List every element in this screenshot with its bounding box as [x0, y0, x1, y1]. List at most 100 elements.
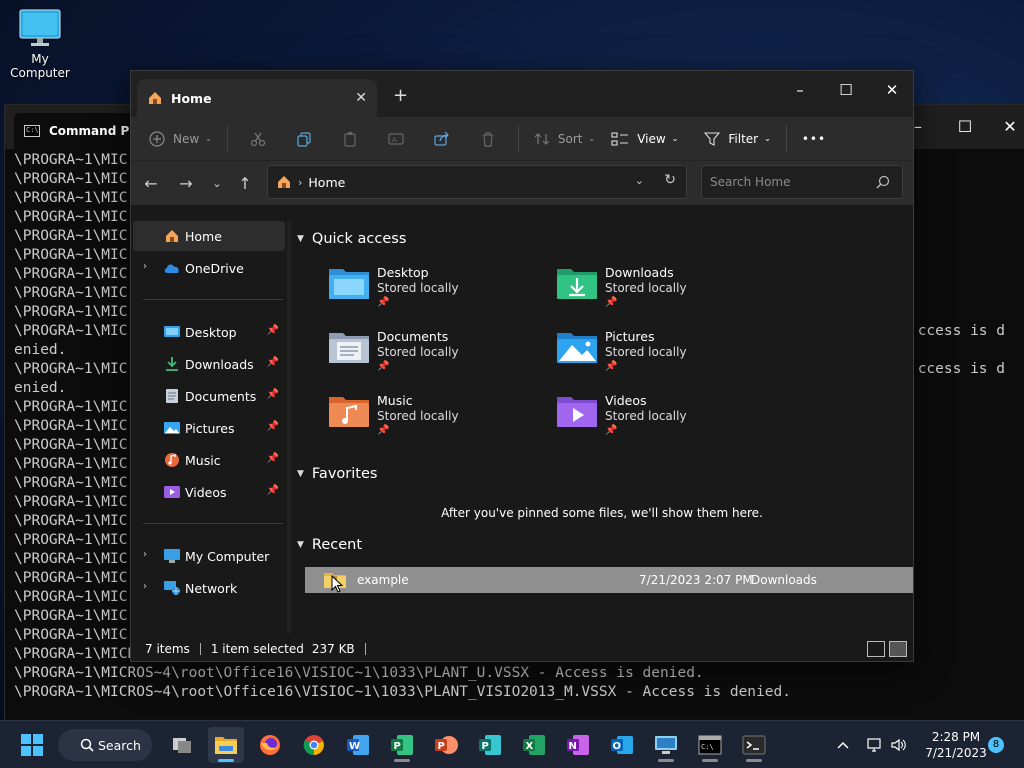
svg-text:W: W: [349, 741, 360, 752]
sidebar-item-videos[interactable]: Videos 📌: [133, 477, 285, 507]
sidebar-item-network[interactable]: › Network: [133, 573, 285, 603]
section-favorites[interactable]: ▼ Favorites: [297, 466, 377, 482]
quick-access-item-pictures[interactable]: Pictures Stored locally 📌: [555, 327, 755, 383]
download-icon: [166, 357, 178, 371]
maximize-icon[interactable]: ☐: [950, 115, 980, 139]
taskbar-search[interactable]: Search: [58, 729, 152, 761]
sidebar-item-documents[interactable]: Documents 📌: [133, 381, 285, 411]
breadcrumb-home[interactable]: Home: [308, 175, 345, 190]
mouse-cursor-icon: [331, 575, 343, 593]
sidebar-item-downloads[interactable]: Downloads 📌: [133, 349, 285, 379]
pin-icon[interactable]: 📌: [267, 485, 279, 496]
sort-button[interactable]: Sort ⌄: [526, 123, 603, 155]
tiles-view-icon[interactable]: [889, 641, 907, 657]
volume-icon[interactable]: [890, 721, 908, 768]
quick-access-item-videos[interactable]: Videos Stored locally 📌: [555, 391, 755, 447]
cmd-output-line: \PROGRA~1\MICROS~4\root\Office16\VISIOC~…: [14, 684, 791, 700]
back-icon[interactable]: ←: [139, 171, 163, 195]
chevron-down-icon: ⌄: [671, 134, 679, 143]
quick-access-item-documents[interactable]: Documents Stored locally 📌: [327, 327, 527, 383]
chevron-down-icon[interactable]: ▼: [297, 469, 304, 479]
show-hidden-icons[interactable]: [836, 721, 850, 768]
table-row[interactable]: example 7/21/2023 2:07 PM Downloads: [305, 567, 913, 593]
new-label: New: [173, 131, 200, 146]
remote-desktop-icon[interactable]: [648, 727, 684, 763]
firefox-icon[interactable]: [252, 727, 288, 763]
section-recent[interactable]: ▼ Recent: [297, 537, 362, 553]
tab-close-icon[interactable]: ✕: [355, 90, 367, 106]
word-icon[interactable]: W: [340, 727, 376, 763]
running-indicator: [702, 759, 718, 762]
address-bar[interactable]: › Home ⌄ ↻: [267, 165, 687, 199]
quick-access-item-desktop[interactable]: Desktop Stored locally 📌: [327, 263, 527, 319]
quick-access-item-music[interactable]: Music Stored locally 📌: [327, 391, 527, 447]
view-button[interactable]: View ⌄: [603, 123, 686, 155]
search-icon[interactable]: [876, 175, 890, 189]
refresh-icon[interactable]: ↻: [664, 172, 676, 188]
breadcrumb-separator-icon: ›: [298, 175, 303, 189]
quick-access-item-downloads[interactable]: Downloads Stored locally 📌: [555, 263, 755, 319]
close-icon[interactable]: ✕: [995, 115, 1024, 139]
up-icon[interactable]: ↑: [233, 171, 257, 195]
sidebar-item-my-computer[interactable]: › My Computer: [133, 541, 285, 571]
file-explorer-window[interactable]: Home ✕ + – ☐ ✕ New ⌄ A Sort ⌄ View ⌄ Fil…: [130, 70, 914, 662]
new-button[interactable]: New ⌄: [141, 123, 220, 155]
pin-icon[interactable]: 📌: [267, 389, 279, 400]
new-tab-icon[interactable]: +: [393, 85, 408, 106]
chrome-icon[interactable]: [296, 727, 332, 763]
chevron-down-icon[interactable]: ▼: [297, 234, 304, 244]
sidebar-item-pictures[interactable]: Pictures 📌: [133, 413, 285, 443]
command-prompt-taskbar-icon[interactable]: C:\: [692, 727, 728, 763]
chevron-right-icon[interactable]: ›: [143, 581, 147, 592]
toolbar-divider: [226, 124, 228, 153]
project-icon[interactable]: P: [384, 727, 420, 763]
sidebar-item-desktop[interactable]: Desktop 📌: [133, 317, 285, 347]
chevron-right-icon[interactable]: ›: [143, 261, 147, 272]
chevron-down-icon[interactable]: ▼: [297, 540, 304, 550]
file-explorer-taskbar-icon[interactable]: [208, 727, 244, 763]
publisher-icon[interactable]: P: [472, 727, 508, 763]
terminal-icon[interactable]: [736, 727, 772, 763]
sidebar-item-music[interactable]: Music 📌: [133, 445, 285, 475]
notification-badge[interactable]: 8: [988, 737, 1004, 753]
sidebar-item-onedrive[interactable]: › OneDrive: [133, 253, 285, 283]
sidebar-item-home[interactable]: Home: [133, 221, 285, 251]
recent-locations-icon[interactable]: ⌄: [205, 171, 229, 195]
cut-icon[interactable]: [242, 123, 274, 155]
tab-home[interactable]: Home ✕: [137, 79, 377, 117]
network-tray-icon[interactable]: [866, 721, 884, 768]
forward-icon[interactable]: →: [174, 171, 198, 195]
desktop-icon-label: My Computer: [10, 52, 70, 80]
more-options-button[interactable]: •••: [794, 123, 834, 155]
onenote-icon[interactable]: N: [560, 727, 596, 763]
item-status: Stored locally: [377, 281, 459, 295]
chevron-right-icon[interactable]: ›: [143, 549, 147, 560]
search-input[interactable]: [702, 166, 872, 198]
pin-icon[interactable]: 📌: [267, 421, 279, 432]
system-clock[interactable]: 2:28 PM 7/21/2023: [914, 729, 998, 761]
item-status: Stored locally: [377, 409, 459, 423]
svg-text:N: N: [569, 741, 577, 752]
filter-button[interactable]: Filter ⌄: [696, 123, 778, 155]
task-view-icon[interactable]: [164, 727, 200, 763]
pin-icon[interactable]: 📌: [267, 357, 279, 368]
outlook-icon[interactable]: O: [604, 727, 640, 763]
excel-icon[interactable]: X: [516, 727, 552, 763]
powerpoint-icon[interactable]: P: [428, 727, 464, 763]
details-view-icon[interactable]: [867, 641, 885, 657]
desktop-icon-my-computer[interactable]: My Computer: [2, 8, 78, 80]
delete-icon[interactable]: [472, 123, 504, 155]
maximize-icon[interactable]: ☐: [823, 75, 869, 105]
rename-icon[interactable]: A: [380, 123, 412, 155]
pin-icon[interactable]: 📌: [267, 453, 279, 464]
section-quick-access[interactable]: ▼ Quick access: [297, 231, 406, 247]
close-icon[interactable]: ✕: [869, 75, 915, 105]
start-button[interactable]: [14, 727, 50, 763]
search-box[interactable]: [701, 165, 903, 199]
pin-icon[interactable]: 📌: [267, 325, 279, 336]
minimize-icon[interactable]: –: [777, 75, 823, 105]
chevron-down-icon[interactable]: ⌄: [635, 174, 644, 187]
copy-icon[interactable]: [288, 123, 320, 155]
share-icon[interactable]: [426, 123, 458, 155]
paste-icon[interactable]: [334, 123, 366, 155]
